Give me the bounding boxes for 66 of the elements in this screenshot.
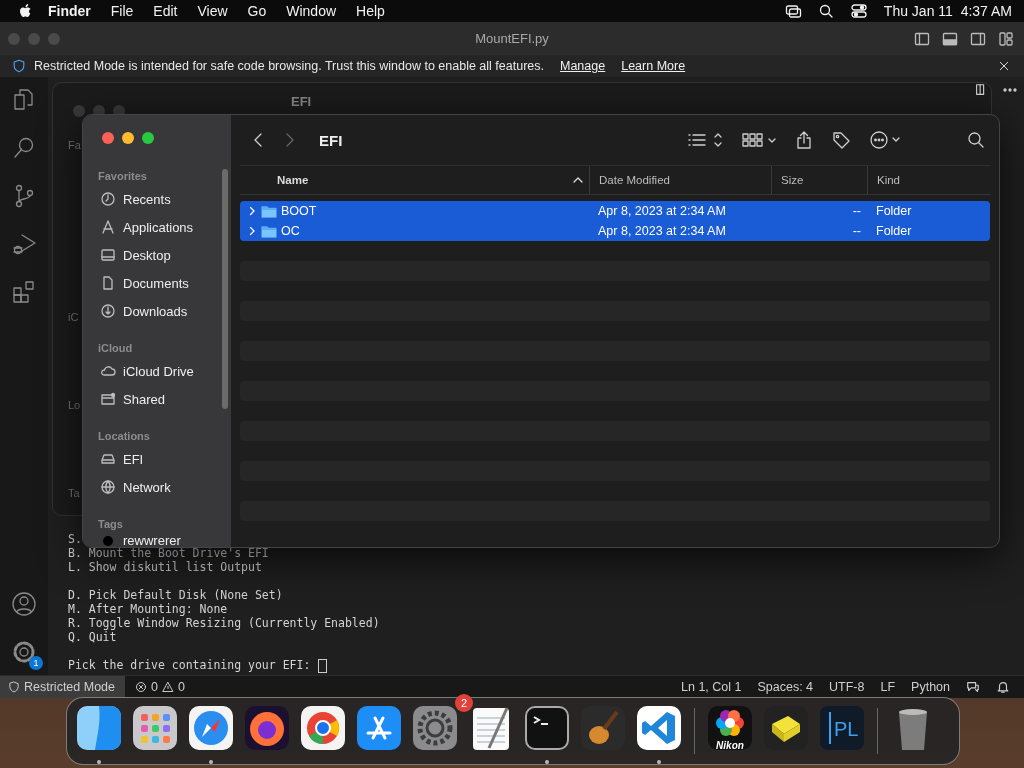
window-title: MountEFI.py [475, 31, 549, 46]
sidebar-heading: Fa [68, 139, 81, 151]
sidebar-item[interactable]: Recents [91, 185, 171, 213]
file-name: OC [281, 224, 300, 238]
menu-item[interactable]: Go [237, 3, 277, 19]
terminal-line: Pick the drive containing your EFI: [68, 658, 328, 672]
sidebar-heading: Favorites [97, 169, 147, 184]
restricted-mode-indicator[interactable]: Restricted Mode [0, 676, 125, 698]
sidebar-heading: Ta [68, 487, 80, 499]
sidebar-heading: iCloud [97, 341, 133, 356]
sidebar-heading: Locations [97, 429, 150, 444]
column-header[interactable]: Name [240, 166, 589, 194]
menu-item[interactable]: Edit [143, 3, 188, 19]
notification-badge: 1 [29, 656, 43, 670]
letter-logo-tile[interactable]: PL [818, 704, 866, 752]
file-row[interactable]: BOOT Apr 8, 2023 at 2:34 AM -- Folder [240, 201, 990, 221]
menu-item[interactable]: File [100, 3, 144, 19]
sidebar-item[interactable]: Desktop [91, 241, 171, 269]
clock-text[interactable]: Thu Jan 11 4:37 AM [883, 3, 1012, 19]
sidebar-item[interactable]: rewwrerer [91, 533, 181, 547]
file-row[interactable]: OC Apr 8, 2023 at 2:34 AM -- Folder [240, 221, 990, 241]
terminal-line: M. After Mounting: None [68, 602, 228, 616]
terminal-line: D. Pick Default Disk (None Set) [68, 588, 283, 602]
terminal-line: B. Mount the Boot Drive's EFI [68, 546, 269, 560]
date-cell-text: Apr 8, 2023 at 2:34 AM [597, 224, 727, 238]
sidebar-item[interactable]: iCloud Drive [91, 357, 194, 385]
status-item[interactable]: UTF-8 [829, 680, 865, 694]
status-item[interactable]: Python [911, 680, 950, 694]
banner-link[interactable]: Manage [560, 59, 606, 73]
flower-logo-tile[interactable]: Nikon [706, 704, 754, 752]
notification-badge: 2 [455, 694, 473, 712]
sidebar-item[interactable]: Downloads [91, 297, 188, 325]
sidebar-item[interactable]: Shared [91, 385, 165, 413]
menu-item[interactable]: View [187, 3, 238, 19]
date-cell-text: Apr 8, 2023 at 2:34 AM [597, 204, 727, 218]
kind-cell-text: Folder [875, 224, 913, 238]
terminal-line: Q. Quit [68, 630, 117, 644]
menu-item[interactable]: Finder [34, 3, 101, 19]
menu-item[interactable]: Help [346, 3, 395, 19]
window-title: EFI [319, 131, 343, 149]
terminal-line: L. Show diskutil list Output [68, 560, 262, 574]
window-title: EFI [291, 94, 312, 109]
sidebar-heading: iC [68, 311, 79, 323]
size-cell-text: -- [851, 204, 862, 218]
sidebar-item[interactable]: Applications [91, 213, 194, 241]
kind-cell-text: Folder [875, 204, 913, 218]
sidebar-item[interactable]: Documents [91, 269, 189, 297]
error-count[interactable]: 0 [151, 680, 158, 694]
menu-item[interactable]: Window [276, 3, 347, 19]
sidebar-heading: Tags [97, 517, 123, 532]
terminal-line: R. Toggle Window Resizing (Currently Enabled) [68, 616, 380, 630]
column-header[interactable]: Date Modified [589, 166, 771, 194]
sidebar-item[interactable]: EFI [91, 445, 144, 473]
size-cell-text: -- [851, 224, 862, 238]
terminal-line: S. [68, 532, 82, 546]
warning-count[interactable]: 0 [177, 680, 185, 694]
sidebar-item[interactable]: Network [91, 473, 171, 501]
sidebar-heading: Lo [68, 399, 81, 411]
column-header[interactable]: Size [771, 166, 867, 194]
banner-link[interactable]: Learn More [621, 59, 686, 73]
status-item[interactable]: Ln 1, Col 1 [681, 680, 742, 694]
banner-text: Restricted Mode is intended for safe code browsing. Trust this window to enable all features. [34, 59, 544, 73]
column-header[interactable]: Kind [867, 166, 991, 194]
status-item[interactable]: Spaces: 4 [757, 680, 814, 694]
file-name: BOOT [281, 204, 317, 218]
status-item[interactable]: LF [880, 680, 896, 694]
